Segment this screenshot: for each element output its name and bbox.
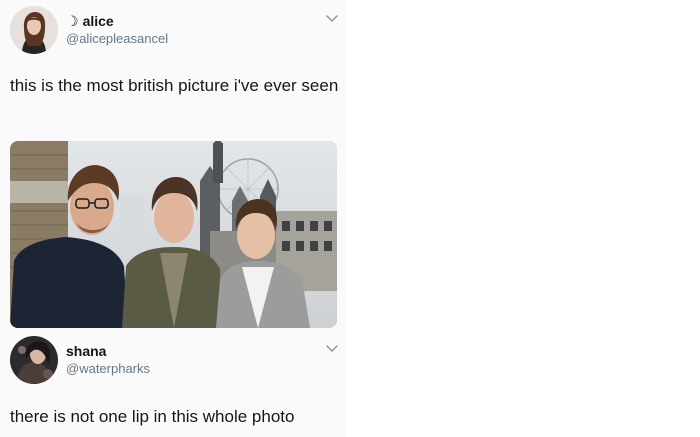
user-handle[interactable]: @waterpharks: [66, 360, 150, 378]
photo-image: [10, 141, 337, 328]
chevron-down-icon[interactable]: [324, 10, 340, 26]
display-name[interactable]: ☽ alice: [66, 12, 168, 30]
post-card: ☽ alice @alicepleasancel this is the most…: [0, 0, 346, 437]
display-name[interactable]: shana: [66, 342, 150, 360]
user-avatar-icon: [10, 6, 58, 54]
avatar-alice[interactable]: [10, 6, 58, 54]
tweet-text: there is not one lip in this whole photo: [10, 407, 295, 426]
avatar-shana[interactable]: [10, 336, 58, 384]
tweet-header: ☽ alice @alicepleasancel: [10, 6, 340, 56]
moon-icon: ☽: [66, 13, 79, 29]
user-avatar-icon: [10, 336, 58, 384]
chevron-down-icon[interactable]: [324, 340, 340, 356]
tweet-header: shana @waterpharks: [10, 336, 340, 386]
user-names: ☽ alice @alicepleasancel: [66, 12, 168, 48]
user-handle[interactable]: @alicepleasancel: [66, 30, 168, 48]
tweet-alice[interactable]: ☽ alice @alicepleasancel this is the most…: [0, 0, 346, 141]
tweet-photo[interactable]: [10, 141, 337, 328]
user-names: shana @waterpharks: [66, 342, 150, 378]
display-name-text: alice: [82, 13, 114, 29]
tweet-text: this is the most british picture i've ev…: [10, 76, 339, 95]
tweet-shana[interactable]: shana @waterpharks there is not one lip …: [0, 334, 346, 437]
blank-area: [346, 0, 700, 437]
